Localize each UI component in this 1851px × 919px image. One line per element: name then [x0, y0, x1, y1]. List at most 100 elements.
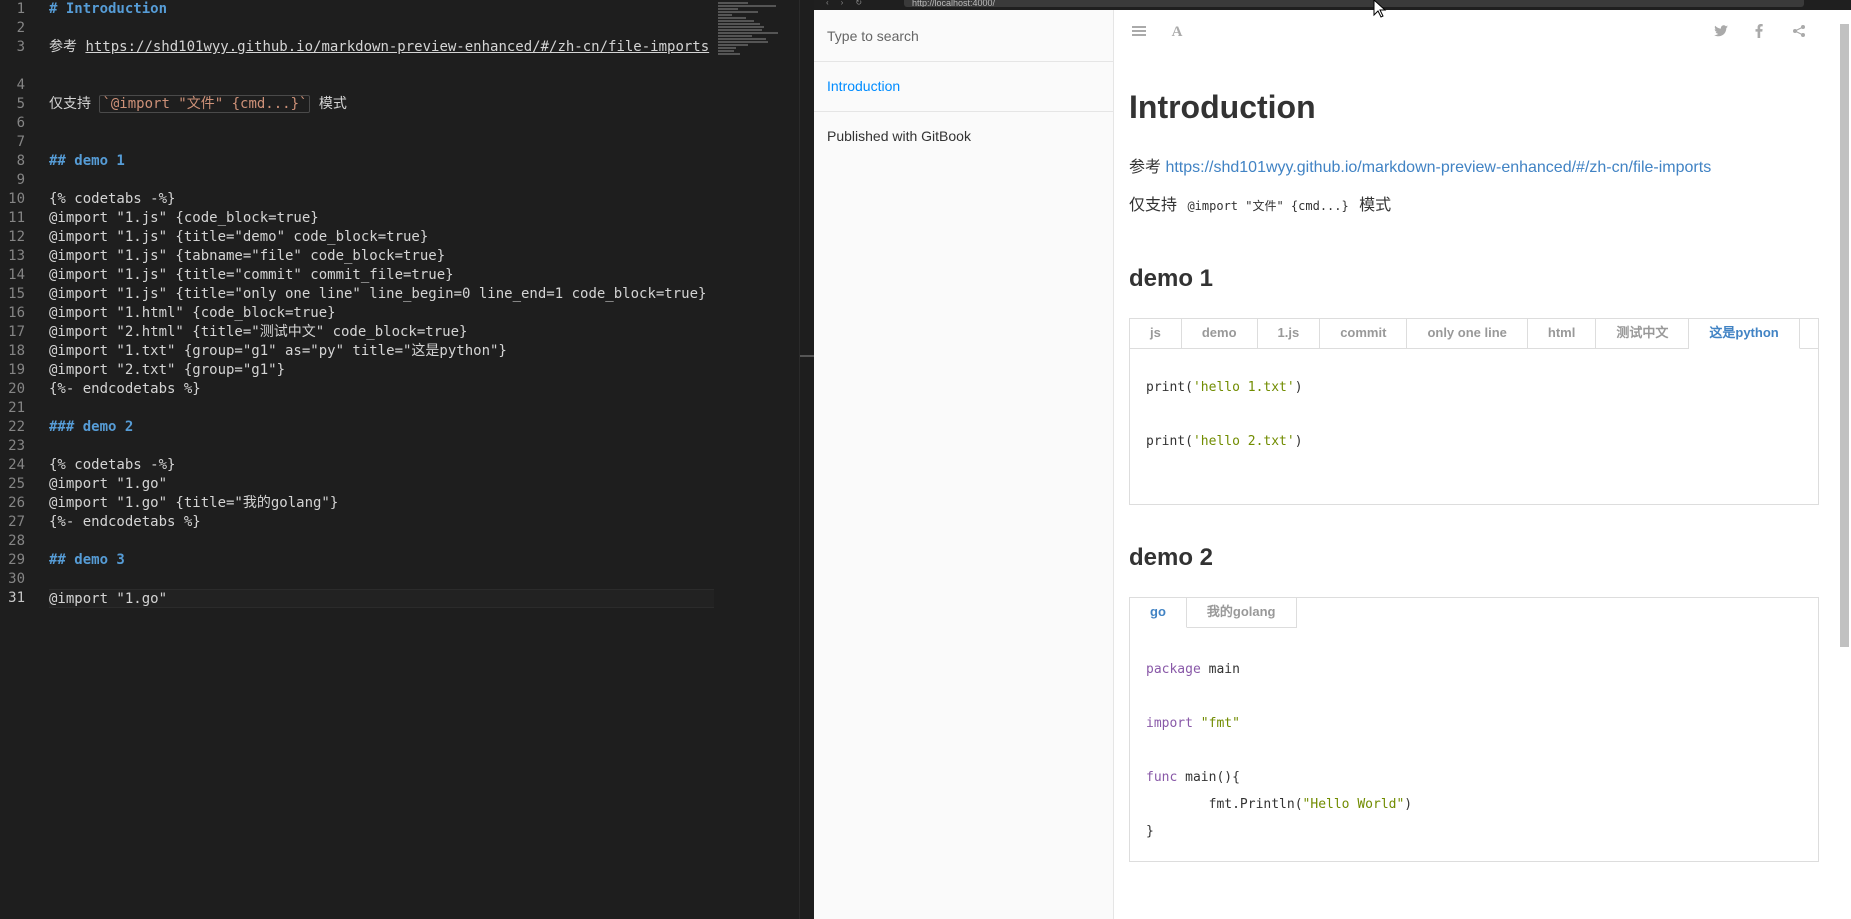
code-line[interactable]: @import "1.go": [49, 475, 714, 494]
inline-code: `@import "文件" {cmd...}`: [99, 95, 311, 113]
divider-handle[interactable]: [800, 355, 814, 357]
code-line[interactable]: [49, 76, 714, 95]
tab-only-one-line[interactable]: only one line: [1407, 319, 1528, 349]
tab-python[interactable]: 这是python: [1689, 319, 1800, 349]
minimap-line: [718, 32, 778, 34]
font-settings-icon[interactable]: A: [1168, 24, 1186, 40]
line-number: 22: [8, 419, 25, 435]
code-line[interactable]: ## demo 3: [49, 551, 714, 570]
code-line[interactable]: [49, 399, 714, 418]
code-line[interactable]: [49, 133, 714, 152]
minimap-line: [718, 20, 754, 22]
line-number: 4: [16, 77, 25, 93]
address-bar[interactable]: http://localhost:4000/: [904, 0, 1804, 7]
code-line[interactable]: [49, 570, 714, 589]
share-icon[interactable]: [1790, 24, 1808, 40]
code-line: print('hello 1.txt'): [1146, 380, 1303, 395]
mouse-cursor-icon: [1373, 0, 1387, 18]
code-line[interactable]: {%- endcodetabs %}: [49, 513, 714, 532]
minimap-line: [718, 2, 748, 4]
code-area[interactable]: # Introduction 参考 https://shd101wyy.gith…: [49, 0, 714, 608]
code-line[interactable]: @import "1.js" {title="only one line" li…: [49, 285, 714, 304]
menu-icon[interactable]: [1130, 24, 1148, 40]
line-number: 11: [8, 210, 25, 226]
book-header: A: [1114, 10, 1851, 54]
code-line[interactable]: [49, 437, 714, 456]
split-pane-divider[interactable]: [799, 0, 814, 919]
browser-window: ‹›↻ http://localhost:4000/ Introduction …: [814, 0, 1851, 919]
minimap-line: [718, 35, 752, 37]
tab-chinese-test[interactable]: 测试中文: [1596, 319, 1690, 349]
code-line[interactable]: 仅支持 `@import "文件" {cmd...}` 模式: [49, 95, 714, 114]
code-line[interactable]: @import "1.go" {title="我的golang"}: [49, 494, 714, 513]
line-number: 10: [8, 191, 25, 207]
code-line[interactable]: @import "1.js" {code_block=true}: [49, 209, 714, 228]
tab-1js[interactable]: 1.js: [1257, 319, 1321, 349]
search-input[interactable]: [814, 10, 1114, 62]
code-line[interactable]: @import "1.js" {title="demo" code_block=…: [49, 228, 714, 247]
tab-go[interactable]: go: [1130, 598, 1187, 628]
code-line[interactable]: 参考 https://shd101wyy.github.io/markdown-…: [49, 38, 714, 76]
demo1-heading: demo 1: [1129, 265, 1214, 292]
code-line[interactable]: {%- endcodetabs %}: [49, 380, 714, 399]
line-number: 8: [16, 153, 25, 169]
line-number: 9: [16, 172, 25, 188]
code-line: print('hello 2.txt'): [1146, 434, 1303, 449]
code-line[interactable]: [49, 171, 714, 190]
tab-commit[interactable]: commit: [1320, 319, 1408, 349]
summary-item-introduction[interactable]: Introduction: [814, 62, 1113, 112]
code-line[interactable]: [49, 19, 714, 38]
line-number: 3: [16, 39, 25, 55]
line-number: 5: [16, 96, 25, 112]
code-line[interactable]: {% codetabs -%}: [49, 456, 714, 475]
minimap-line: [718, 26, 764, 28]
code-line-current[interactable]: @import "1.go": [49, 589, 714, 608]
line-number: 12: [8, 229, 25, 245]
code-line[interactable]: [49, 532, 714, 551]
tab-js[interactable]: js: [1130, 319, 1182, 349]
code-link[interactable]: https://shd101wyy.github.io/markdown-pre…: [85, 39, 709, 55]
line-number: 14: [8, 267, 25, 283]
page-content: Introduction 参考 https://shd101wyy.github…: [1129, 62, 1819, 862]
minimap-line: [718, 11, 758, 13]
tab-demo[interactable]: demo: [1181, 319, 1258, 349]
line-number: 29: [8, 552, 25, 568]
code-line[interactable]: @import "1.js" {tabname="file" code_bloc…: [49, 247, 714, 266]
code-line[interactable]: @import "2.html" {title="测试中文" code_bloc…: [49, 323, 714, 342]
code-line[interactable]: @import "2.txt" {group="g1"}: [49, 361, 714, 380]
line-number: 7: [16, 134, 25, 150]
reference-link[interactable]: https://shd101wyy.github.io/markdown-pre…: [1165, 159, 1711, 176]
minimap-line: [718, 29, 762, 31]
published-with-gitbook-link[interactable]: Published with GitBook: [814, 112, 1113, 162]
code-line[interactable]: @import "1.js" {title="commit" commit_fi…: [49, 266, 714, 285]
facebook-icon[interactable]: [1750, 24, 1768, 40]
nav-buttons[interactable]: ‹›↻: [826, 0, 874, 7]
code-line: fmt.Println("Hello World"): [1146, 797, 1413, 812]
support-suffix: 模式: [1354, 197, 1392, 214]
code-line[interactable]: [49, 114, 714, 133]
code-line: func main(){: [1146, 770, 1240, 785]
code-line[interactable]: # Introduction: [49, 0, 714, 19]
minimap-line: [718, 23, 760, 25]
minimap[interactable]: [718, 2, 780, 72]
support-paragraph: 仅支持 @import "文件" {cmd...} 模式: [1129, 194, 1819, 218]
twitter-icon[interactable]: [1712, 24, 1730, 40]
markdown-editor[interactable]: 1 2 3 4 5 6 7 8 9 10 11 12 13 14 15 16 1…: [0, 0, 800, 919]
code-line[interactable]: ### demo 2: [49, 418, 714, 437]
scrollbar-thumb[interactable]: [1840, 24, 1849, 647]
page-title: Introduction: [1129, 89, 1316, 125]
line-number: 2: [16, 20, 25, 36]
line-number: 13: [8, 248, 25, 264]
minimap-line: [718, 8, 738, 10]
code-line[interactable]: ## demo 1: [49, 152, 714, 171]
page-scrollbar[interactable]: [1838, 12, 1851, 919]
code-line[interactable]: {% codetabs -%}: [49, 190, 714, 209]
code-line[interactable]: @import "1.html" {code_block=true}: [49, 304, 714, 323]
tab-my-golang[interactable]: 我的golang: [1186, 598, 1297, 628]
line-number: 19: [8, 362, 25, 378]
code-text: 模式: [310, 96, 347, 112]
code-line: import "fmt": [1146, 716, 1240, 731]
tab-html[interactable]: html: [1527, 319, 1597, 349]
code-line[interactable]: @import "1.txt" {group="g1" as="py" titl…: [49, 342, 714, 361]
line-number-gutter: 1 2 3 4 5 6 7 8 9 10 11 12 13 14 15 16 1…: [0, 0, 36, 608]
